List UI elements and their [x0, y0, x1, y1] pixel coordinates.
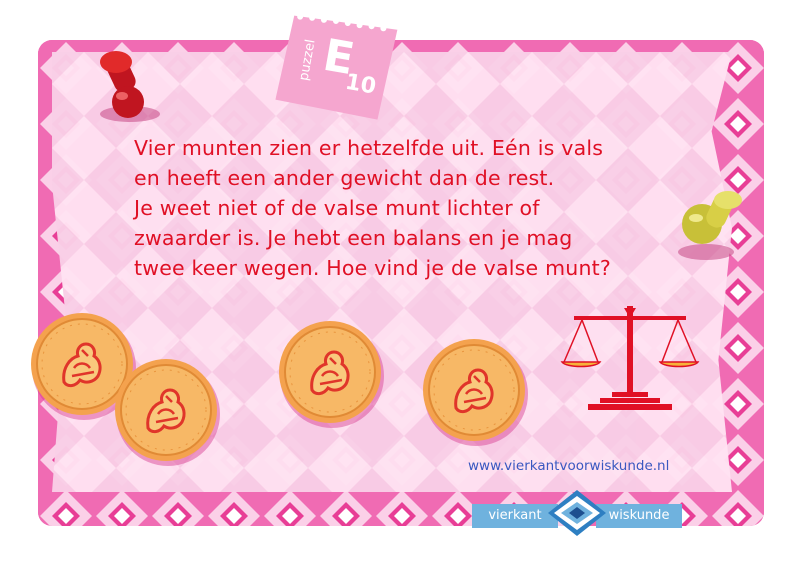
question-line: twee keer wegen. Hoe vind je de valse mu…: [134, 256, 611, 280]
website-link[interactable]: www.vierkantvoorwiskunde.nl: [468, 458, 669, 474]
question-line: en heeft een ander gewicht dan de rest.: [134, 166, 555, 190]
question-line: zwaarder is. Je hebt een balans en je ma…: [134, 226, 573, 250]
vierkant-voor-wiskunde-logo[interactable]: vierkant wiskunde: [472, 490, 682, 536]
red-push-pin-icon: [86, 46, 166, 130]
question-line: Je weet niet of de valse munt lichter of: [134, 196, 540, 220]
puzzle-number: 10: [343, 69, 378, 100]
coin-2: [112, 356, 224, 472]
balance-scale-icon: [560, 304, 700, 418]
coin-4: [420, 336, 532, 452]
coin-3: [276, 318, 388, 434]
question-text: Vier munten zien er hetzelfde uit. Eén i…: [134, 133, 694, 283]
question-line: Vier munten zien er hetzelfde uit. Eén i…: [134, 136, 604, 160]
puzzle-tag: puzzel E 10: [274, 9, 401, 125]
logo-left-text: vierkant: [472, 504, 558, 528]
logo-diamond-icon: [548, 490, 606, 536]
logo-right-text: wiskunde: [596, 504, 682, 528]
